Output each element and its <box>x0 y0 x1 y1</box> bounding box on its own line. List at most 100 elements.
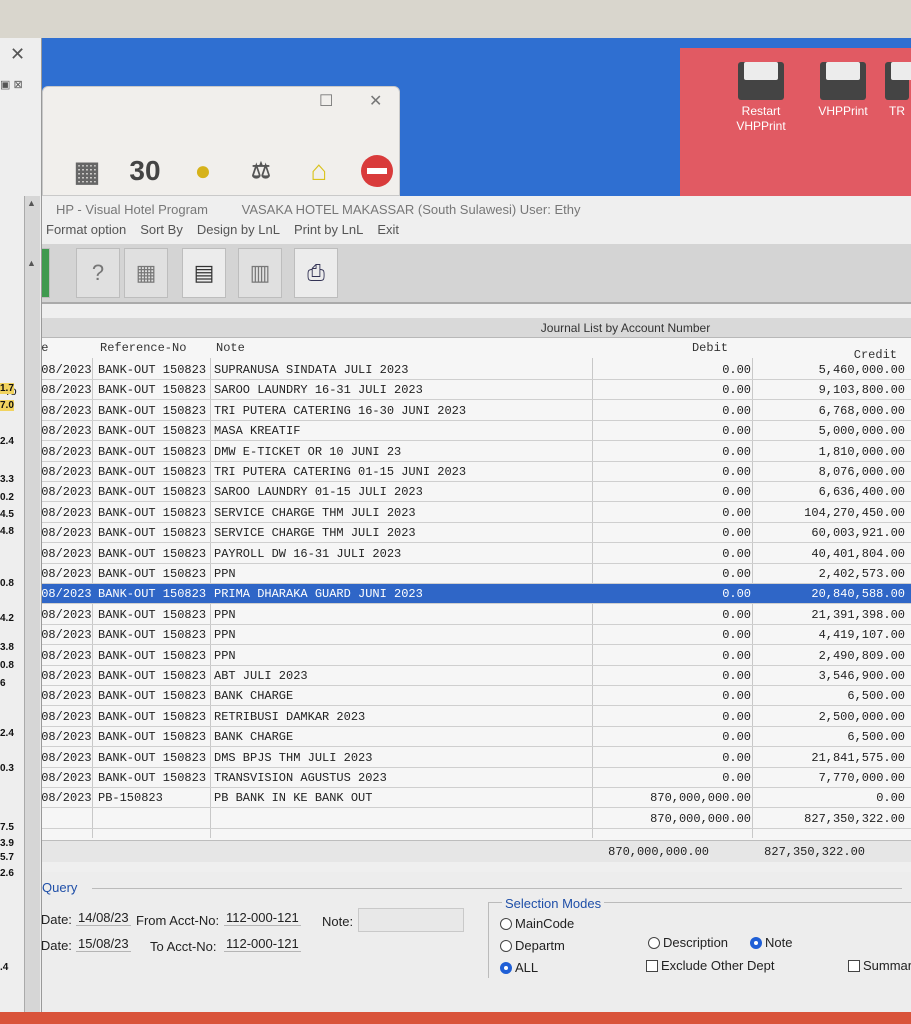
help-icon[interactable]: ? <box>76 248 120 298</box>
cell-note: PRIMA DHARAKA GUARD JUNI 2023 <box>214 587 423 602</box>
to-date-field[interactable]: 15/08/23 <box>76 936 131 952</box>
scale-icon[interactable]: ⚖ <box>237 147 285 195</box>
document-icon[interactable]: ▤ <box>182 248 226 298</box>
cell-note: PPN <box>214 648 236 663</box>
table-row[interactable]: /08/2023 BANK-OUT 150823 BANK CHARGE 0.00 6,… <box>34 727 911 748</box>
mode-maincode[interactable]: MainCode <box>500 916 574 931</box>
from-acct-field[interactable]: 112-000-121 <box>224 910 301 926</box>
house-icon[interactable]: ⌂ <box>295 147 343 195</box>
cell-reference: BANK-OUT 150823 <box>98 689 207 704</box>
menu-print-by-lnl[interactable]: Print by LnL <box>294 222 363 244</box>
query-panel: Query n Date: 14/08/23 From Acct-No: 112… <box>30 872 911 1024</box>
delete-icon[interactable]: ▥ <box>238 248 282 298</box>
option-note[interactable]: Note <box>750 935 792 950</box>
desktop-icon-vhpprint[interactable]: VHPPrint <box>808 62 878 119</box>
from-acct-label: From Acct-No: <box>136 913 220 928</box>
cell-reference: BANK-OUT 150823 <box>98 607 207 622</box>
cell-note: SERVICE CHARGE THM JULI 2023 <box>214 526 416 541</box>
table-row[interactable]: /08/2023 BANK-OUT 150823 ABT JULI 2023 0.00… <box>34 666 911 686</box>
mode-all[interactable]: ALL <box>500 960 538 975</box>
table-row[interactable]: /08/2023 PB-150823 PB BANK IN KE BANK OUT 8… <box>34 788 911 809</box>
cell-reference: BANK-OUT 150823 <box>98 587 207 602</box>
counter-button[interactable]: 30 <box>121 147 169 195</box>
close-icon[interactable]: ✕ <box>369 91 382 111</box>
print-icon[interactable]: ⎙ <box>294 248 338 298</box>
cell-debit: 0.00 <box>722 505 751 520</box>
table-row[interactable]: /08/2023 BANK-OUT 150823 RETRIBUSI DAMKAR … <box>34 707 911 727</box>
maximize-icon[interactable]: ☐ <box>319 91 333 111</box>
cell-credit: 60,003,921.00 <box>811 526 905 541</box>
cell-reference: BANK-OUT 150823 <box>98 730 207 745</box>
exclude-other-dept-checkbox[interactable]: Exclude Other Dept <box>646 958 774 973</box>
cell-note: RETRIBUSI DAMKAR 2023 <box>214 709 366 724</box>
cell-credit: 2,490,809.00 <box>818 648 905 663</box>
mode-departm[interactable]: Departm <box>500 938 565 953</box>
cell-reference: BANK-OUT 150823 <box>98 709 207 724</box>
desktop-icon-restart-vhpprint[interactable]: Restart VHPPrint <box>726 62 796 134</box>
header-note[interactable]: Note <box>216 341 245 355</box>
strip-value: 3.3 <box>0 474 14 485</box>
app-titlebar: HP - Visual Hotel Program VASAKA HOTEL M… <box>40 196 911 220</box>
desktop-icon-tr[interactable]: TR <box>882 62 911 119</box>
table-row[interactable]: /08/2023 BANK-OUT 150823 MASA KREATIF 0.00 5… <box>34 421 911 442</box>
printer-icon <box>738 62 784 100</box>
menu-exit[interactable]: Exit <box>377 222 399 244</box>
menu-format-option[interactable]: Format option <box>46 222 126 244</box>
table-row[interactable]: /08/2023 BANK-OUT 150823 SERVICE CHARGE TH… <box>34 503 911 523</box>
query-divider <box>92 888 902 889</box>
journal-app-window: HP - Visual Hotel Program VASAKA HOTEL M… <box>30 196 911 1024</box>
scroll-up-icon[interactable]: ▲ <box>27 198 36 208</box>
header-date[interactable]: te <box>34 341 92 355</box>
radio-icon <box>500 940 512 952</box>
table-row[interactable]: /08/2023 BANK-OUT 150823 PPN 0.00 4,419,107.… <box>34 625 911 646</box>
header-reference[interactable]: Reference-No <box>100 341 186 355</box>
table-row[interactable]: /08/2023 BANK-OUT 150823 DMW E-TICKET OR 1… <box>34 442 911 462</box>
table-row[interactable]: /08/2023 BANK-OUT 150823 PPN 0.00 2,490,809.… <box>34 646 911 666</box>
grid-icon[interactable]: ▦ <box>63 147 111 195</box>
table-row[interactable]: /08/2023 BANK-OUT 150823 TRANSVISION AGUST… <box>34 768 911 788</box>
stop-icon[interactable] <box>353 147 401 195</box>
cell-credit: 21,391,398.00 <box>811 607 905 622</box>
from-date-field[interactable]: 14/08/23 <box>76 910 131 926</box>
note-label: Note: <box>322 914 354 929</box>
cell-debit: 0.00 <box>722 485 751 500</box>
table-row[interactable]: /08/2023 BANK-OUT 150823 PPN 0.00 21,391,398… <box>34 605 911 625</box>
table-row[interactable]: /08/2023 BANK-OUT 150823 DMS BPJS THM JULI… <box>34 748 911 768</box>
calendar-icon[interactable]: ▦ <box>124 248 168 298</box>
table-row[interactable]: /08/2023 BANK-OUT 150823 PAYROLL DW 16-31 … <box>34 544 911 564</box>
table-row[interactable]: /08/2023 BANK-OUT 150823 SAROO LAUNDRY 01-… <box>34 482 911 503</box>
table-row[interactable]: /08/2023 BANK-OUT 150823 TRI PUTERA CATERI… <box>34 401 911 421</box>
option-description[interactable]: Description <box>648 935 728 950</box>
vertical-scrollbar[interactable]: ▲ ▲ <box>24 196 40 1024</box>
table-row[interactable]: /08/2023 BANK-OUT 150823 PPN 0.00 2,402,573.… <box>34 564 911 584</box>
restore-icon[interactable]: ▣ ⊠ <box>0 78 23 91</box>
cell-reference: BANK-OUT 150823 <box>98 526 207 541</box>
table-row[interactable]: 870,000,000.00 827,350,322.00 <box>40 809 911 829</box>
cell-credit: 3,546,900.00 <box>818 669 905 683</box>
table-row[interactable]: /08/2023 BANK-OUT 150823 SAROO LAUNDRY 16-… <box>34 380 911 401</box>
query-label: Query <box>42 880 78 895</box>
table-row[interactable]: /08/2023 BANK-OUT 150823 TRI PUTERA CATERI… <box>34 462 911 482</box>
cell-credit: 5,000,000.00 <box>818 424 905 439</box>
header-debit[interactable]: Debit <box>692 341 728 355</box>
cell-debit: 0.00 <box>722 730 751 745</box>
menu-sort-by[interactable]: Sort By <box>140 222 183 244</box>
menu-design-by-lnl[interactable]: Design by LnL <box>197 222 280 244</box>
cell-debit: 0.00 <box>722 689 751 704</box>
cell-date: /08/2023 <box>34 669 92 683</box>
to-acct-field[interactable]: 112-000-121 <box>224 936 301 952</box>
table-row[interactable]: /08/2023 BANK-OUT 150823 SERVICE CHARGE TH… <box>34 523 911 544</box>
strip-value: 1.7 <box>0 383 14 394</box>
table-row[interactable]: /08/2023 BANK-OUT 150823 BANK CHARGE 0.00 6,… <box>34 686 911 707</box>
summary-checkbox[interactable]: Summar <box>848 958 911 973</box>
table-row[interactable]: /08/2023 BANK-OUT 150823 SUPRANUSA SINDATA… <box>34 360 911 380</box>
action-toolbar: ? ▦ ▤ ▥ ⎙ <box>36 244 911 304</box>
money-bag-icon[interactable]: ● <box>179 147 227 195</box>
note-field[interactable] <box>358 908 464 932</box>
scroll-thumb-icon[interactable]: ▲ <box>27 258 36 268</box>
cell-reference: PB-150823 <box>98 791 163 806</box>
table-row-selected[interactable]: /08/2023 BANK-OUT 150823 PRIMA DHARAKA GUA… <box>34 584 911 605</box>
close-icon[interactable]: ✕ <box>10 44 25 65</box>
cell-credit: 2,500,000.00 <box>818 709 905 724</box>
cell-date: /08/2023 <box>34 628 92 643</box>
